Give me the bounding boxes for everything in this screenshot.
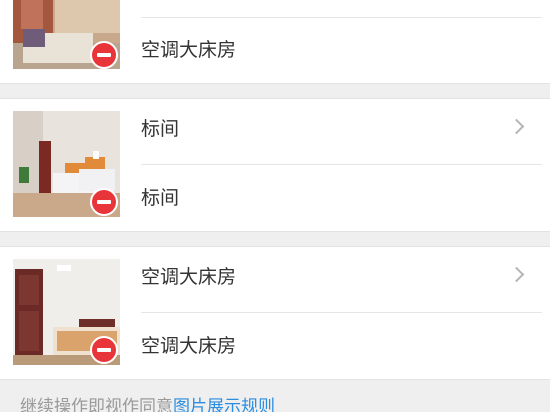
photo-card: 空调大床房 <box>0 0 550 84</box>
room-photo-editor: 空调大床房 标间 标间 空调大床房 空调大床房 继续操作即视作同意图片展示规则 <box>0 0 550 412</box>
row-divider <box>141 164 542 165</box>
delete-photo-button[interactable] <box>90 41 118 69</box>
room-type-field[interactable]: 标间 <box>141 186 179 210</box>
photo-card: 空调大床房 空调大床房 <box>0 246 550 380</box>
chevron-right-icon[interactable] <box>508 118 525 135</box>
agreement-text: 继续操作即视作同意 <box>20 397 173 412</box>
chevron-right-icon[interactable] <box>508 266 525 283</box>
photo-card: 标间 标间 <box>0 98 550 232</box>
delete-photo-button[interactable] <box>90 336 118 364</box>
photo-display-rules-link[interactable]: 图片展示规则 <box>173 397 275 412</box>
row-divider <box>141 312 542 313</box>
room-type-field[interactable]: 空调大床房 <box>141 38 236 62</box>
photo-title-field[interactable]: 空调大床房 <box>141 265 236 289</box>
delete-photo-button[interactable] <box>90 188 118 216</box>
agreement-notice: 继续操作即视作同意图片展示规则 <box>20 395 275 412</box>
photo-title-field[interactable]: 标间 <box>141 117 179 141</box>
room-type-field[interactable]: 空调大床房 <box>141 334 236 358</box>
row-divider <box>141 17 542 18</box>
